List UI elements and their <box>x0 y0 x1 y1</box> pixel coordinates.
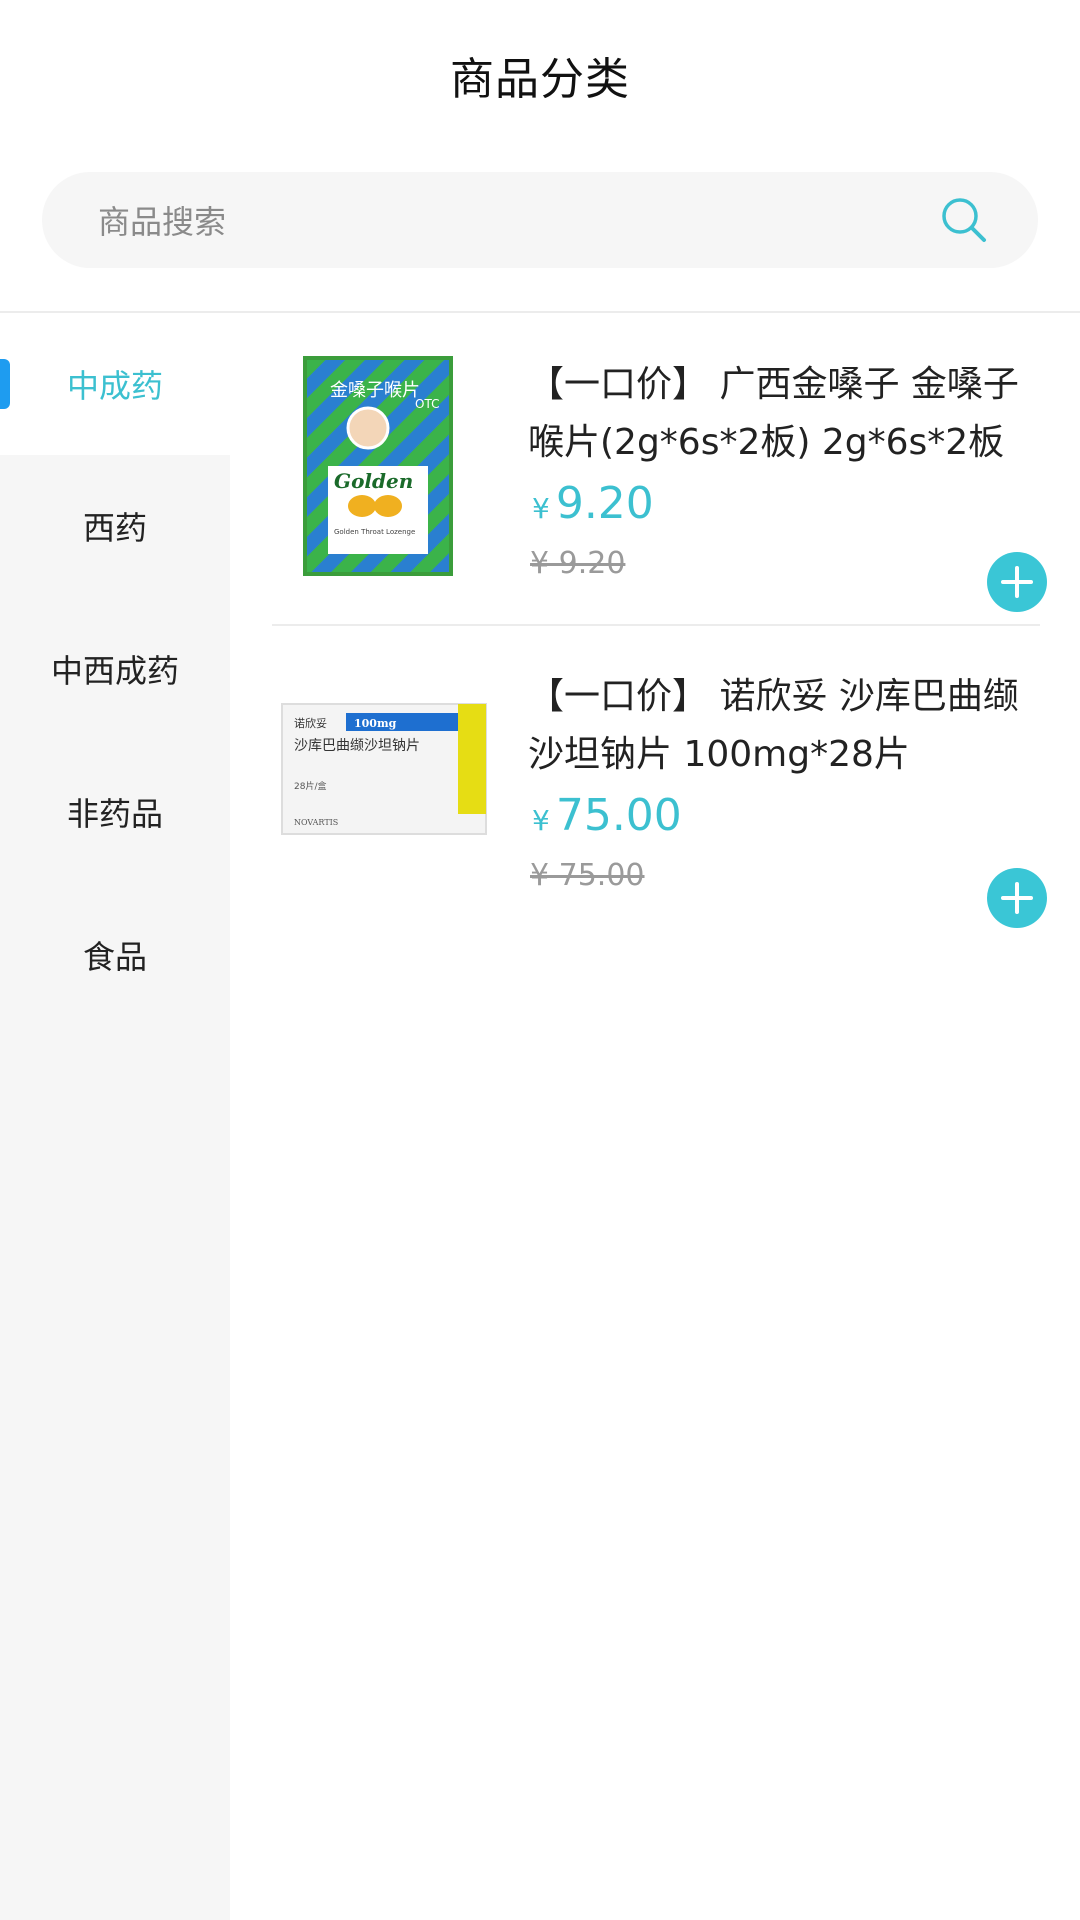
price-currency: ¥ <box>532 804 550 837</box>
product-image[interactable]: 金嗓子喉片 OTC Golden Golden Throat Lozenge <box>270 356 490 576</box>
category-sidebar: 中成药 西药 中西成药 非药品 食品 <box>0 313 230 1920</box>
product-card[interactable]: 金嗓子喉片 OTC Golden Golden Throat Lozenge 【… <box>270 356 1047 612</box>
svg-text:100mg: 100mg <box>354 717 397 730</box>
sidebar-item-label: 西药 <box>82 509 147 547</box>
sidebar-item-zhongxichengyao[interactable]: 中西成药 <box>0 598 230 740</box>
search-bar[interactable]: 商品搜索 <box>42 172 1038 268</box>
add-to-cart-button[interactable] <box>987 552 1047 612</box>
price-value: 75.00 <box>555 790 682 841</box>
price-currency: ¥ <box>532 492 550 525</box>
product-card[interactable]: 诺欣妥 100mg 沙库巴曲缬沙坦钠片 28片/盒 NOVARTIS 【一口价】… <box>270 668 1047 928</box>
price-value: 9.20 <box>555 478 654 529</box>
price: ¥ 9.20 <box>532 478 654 529</box>
search-icon[interactable] <box>940 196 988 244</box>
plus-icon <box>1001 566 1033 598</box>
page-header: 商品分类 <box>0 0 1080 150</box>
sidebar-item-xiyao[interactable]: 西药 <box>0 455 230 597</box>
svg-text:NOVARTIS: NOVARTIS <box>294 818 338 827</box>
svg-text:Golden: Golden <box>334 469 413 493</box>
sidebar-item-label: 中成药 <box>66 367 163 405</box>
sidebar-item-zhongchengyao[interactable]: 中成药 <box>0 313 230 455</box>
svg-text:OTC: OTC <box>415 397 439 411</box>
search-input[interactable]: 商品搜索 <box>98 197 940 243</box>
svg-text:28片/盒: 28片/盒 <box>294 780 327 792</box>
product-image[interactable]: 诺欣妥 100mg 沙库巴曲缬沙坦钠片 28片/盒 NOVARTIS <box>270 668 490 888</box>
original-price: ¥ 9.20 <box>530 546 626 581</box>
sidebar-item-label: 食品 <box>82 938 147 976</box>
svg-text:金嗓子喉片: 金嗓子喉片 <box>330 380 420 401</box>
product-divider <box>272 624 1040 626</box>
price: ¥ 75.00 <box>532 790 682 841</box>
svg-text:沙库巴曲缬沙坦钠片: 沙库巴曲缬沙坦钠片 <box>294 738 420 754</box>
sidebar-item-shipin[interactable]: 食品 <box>0 884 230 1026</box>
active-indicator <box>0 359 10 409</box>
sidebar-item-label: 非药品 <box>66 795 163 833</box>
add-to-cart-button[interactable] <box>987 868 1047 928</box>
original-price: ¥ 75.00 <box>530 858 645 893</box>
product-title[interactable]: 【一口价】 广西金嗓子 金嗓子喉片(2g*6s*2板) 2g*6s*2板 <box>528 356 1048 472</box>
sidebar-item-feiyaopin[interactable]: 非药品 <box>0 741 230 883</box>
product-title[interactable]: 【一口价】 诺欣妥 沙库巴曲缬沙坦钠片 100mg*28片 <box>528 668 1048 784</box>
svg-text:诺欣妥: 诺欣妥 <box>294 716 327 730</box>
plus-icon <box>1001 882 1033 914</box>
page-title: 商品分类 <box>450 54 630 105</box>
svg-text:Golden Throat Lozenge: Golden Throat Lozenge <box>334 528 415 536</box>
sidebar-item-label: 中西成药 <box>50 652 179 690</box>
